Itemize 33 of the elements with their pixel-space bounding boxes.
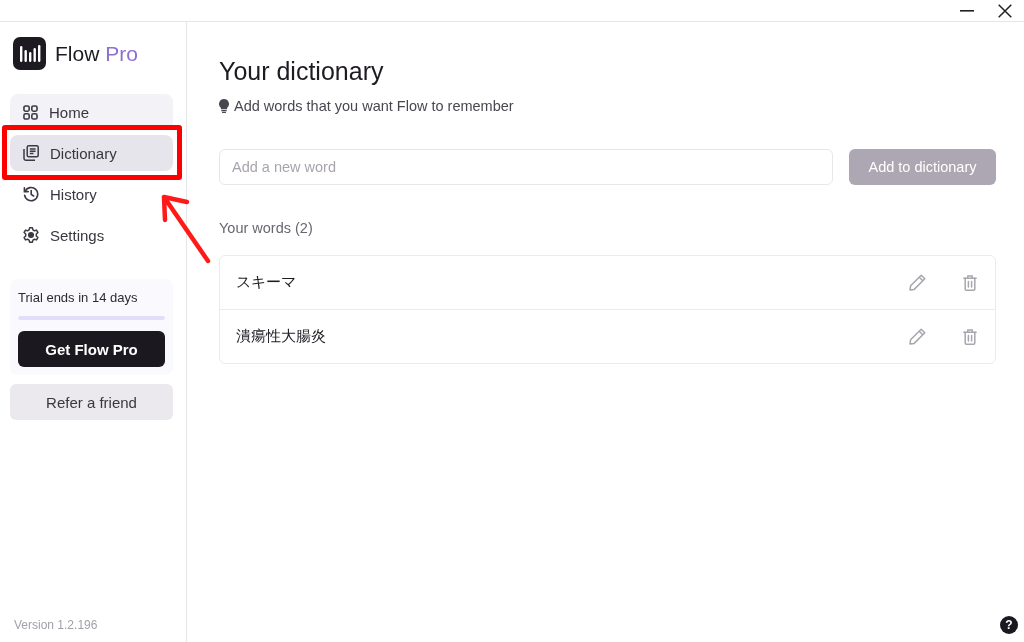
- close-icon: [998, 3, 1012, 18]
- refer-button[interactable]: Refer a friend: [10, 384, 173, 420]
- minimize-icon: [960, 9, 974, 12]
- page-title: Your dictionary: [219, 56, 384, 86]
- new-word-field[interactable]: Add a new word: [219, 149, 833, 185]
- trash-icon: [963, 274, 977, 291]
- history-icon: [23, 186, 39, 202]
- section-heading: Your words (2): [219, 219, 313, 238]
- delete-button[interactable]: [961, 272, 979, 293]
- get-pro-button[interactable]: Get Flow Pro: [18, 331, 165, 367]
- nav-item[interactable]: Settings: [10, 217, 173, 253]
- delete-button[interactable]: [961, 326, 979, 347]
- nav-item[interactable]: History: [10, 176, 173, 212]
- settings-icon: [23, 227, 39, 243]
- edit-button[interactable]: [907, 326, 928, 347]
- word-text: 潰瘍性大腸炎: [236, 327, 327, 346]
- logo-icon: [13, 37, 46, 70]
- arrow: [160, 193, 212, 265]
- pencil-icon: [909, 328, 926, 345]
- pencil-icon: [909, 274, 926, 291]
- plan-name: Pro: [105, 41, 139, 66]
- document-stack-icon: [23, 145, 39, 161]
- close-button[interactable]: [996, 1, 1014, 20]
- app-name: Flow: [55, 41, 100, 66]
- version-label: Version 1.2.196: [13, 618, 99, 632]
- help-button[interactable]: ?: [1000, 616, 1018, 634]
- word-text: スキーマ: [236, 273, 297, 292]
- lightbulb-icon: [219, 99, 229, 113]
- edit-button[interactable]: [907, 272, 928, 293]
- hint-text: Add words that you want Flow to remember: [234, 97, 514, 116]
- trial-text: Trial ends in 14 days: [18, 290, 139, 306]
- trash-icon: [963, 328, 977, 345]
- grid-icon: [23, 104, 38, 120]
